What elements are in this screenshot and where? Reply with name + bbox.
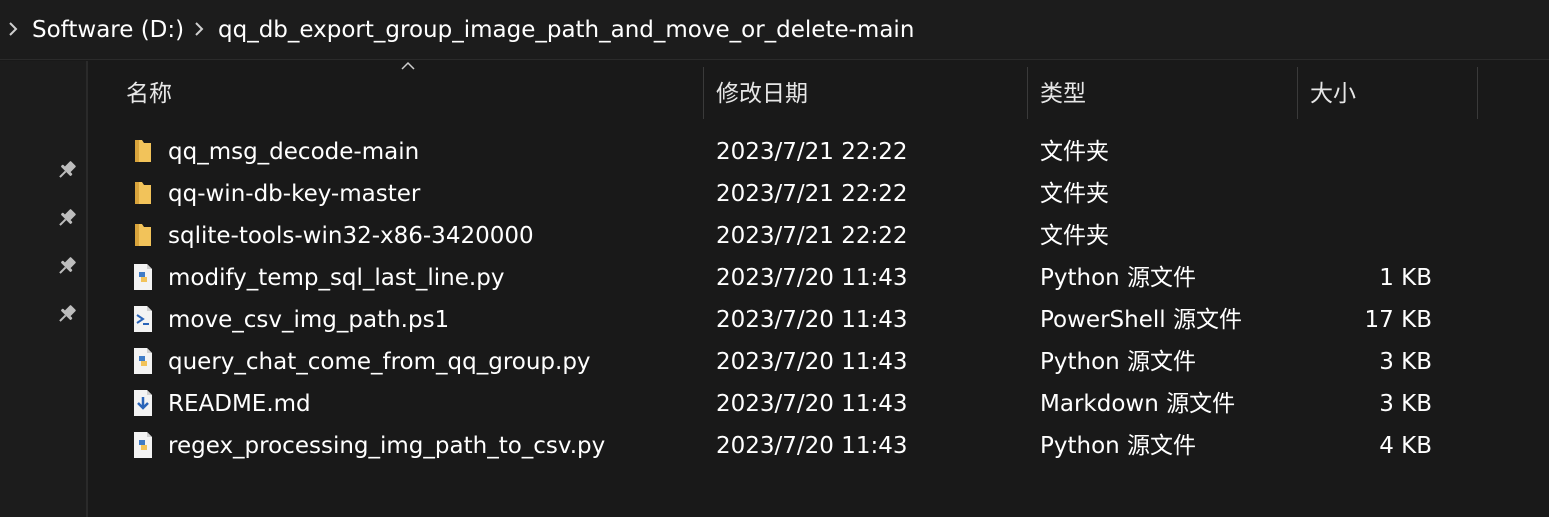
breadcrumb-folder[interactable]: qq_db_export_group_image_path_and_move_o…: [218, 14, 914, 46]
column-header-type[interactable]: 类型: [1040, 69, 1086, 119]
file-name: README.md: [168, 391, 311, 417]
file-modified: 2023/7/21 22:22: [716, 181, 908, 207]
file-size: 3 KB: [1379, 349, 1432, 375]
file-list[interactable]: 名称 修改日期 类型 大小 qq_msg_decode-main 2023/7/…: [90, 61, 1549, 517]
column-divider[interactable]: [1477, 67, 1478, 119]
column-header-modified[interactable]: 修改日期: [716, 69, 808, 119]
file-type: Python 源文件: [1040, 265, 1197, 291]
breadcrumb-drive[interactable]: Software (D:): [32, 14, 184, 46]
file-modified: 2023/7/20 11:43: [716, 307, 908, 333]
folder-icon: [135, 182, 151, 204]
address-bar[interactable]: Software (D:) qq_db_export_group_image_p…: [0, 0, 1549, 60]
python-file-icon: [134, 264, 152, 290]
file-type: 文件夹: [1040, 139, 1109, 165]
file-size: 4 KB: [1379, 433, 1432, 459]
file-name: regex_processing_img_path_to_csv.py: [168, 433, 606, 459]
file-name: qq_msg_decode-main: [168, 139, 420, 165]
python-file-icon: [134, 348, 152, 374]
file-modified: 2023/7/21 22:22: [716, 139, 908, 165]
file-modified: 2023/7/21 22:22: [716, 223, 908, 249]
folder-icon: [135, 224, 151, 246]
file-size: 3 KB: [1379, 391, 1432, 417]
file-type: Markdown 源文件: [1040, 391, 1236, 417]
file-type: 文件夹: [1040, 181, 1109, 207]
file-row[interactable]: modify_temp_sql_last_line.py 2023/7/20 1…: [120, 257, 1520, 299]
file-row[interactable]: regex_processing_img_path_to_csv.py 2023…: [120, 425, 1520, 467]
file-name: qq-win-db-key-master: [168, 181, 421, 207]
chevron-right-icon[interactable]: [194, 22, 204, 36]
file-row[interactable]: README.md 2023/7/20 11:43 Markdown 源文件 3…: [120, 383, 1520, 425]
folder-icon: [135, 140, 151, 162]
sort-ascending-icon: [401, 61, 415, 70]
file-row[interactable]: sqlite-tools-win32-x86-3420000 2023/7/21…: [120, 215, 1520, 257]
file-type: Python 源文件: [1040, 433, 1197, 459]
file-type: 文件夹: [1040, 223, 1109, 249]
column-divider[interactable]: [1297, 67, 1298, 119]
pin-icon[interactable]: [56, 303, 78, 325]
file-size: 1 KB: [1379, 265, 1432, 291]
file-row[interactable]: move_csv_img_path.ps1 2023/7/20 11:43 Po…: [120, 299, 1520, 341]
powershell-file-icon: [134, 306, 152, 332]
pin-icon[interactable]: [56, 207, 78, 229]
python-file-icon: [134, 432, 152, 458]
file-name: move_csv_img_path.ps1: [168, 307, 450, 333]
navigation-pane[interactable]: [0, 61, 88, 517]
file-row[interactable]: query_chat_come_from_qq_group.py 2023/7/…: [120, 341, 1520, 383]
file-name: modify_temp_sql_last_line.py: [168, 265, 505, 291]
pin-icon[interactable]: [56, 255, 78, 277]
file-modified: 2023/7/20 11:43: [716, 349, 908, 375]
markdown-file-icon: [134, 390, 152, 416]
column-divider[interactable]: [1027, 67, 1028, 119]
file-size: 17 KB: [1364, 307, 1432, 333]
file-modified: 2023/7/20 11:43: [716, 391, 908, 417]
file-name: sqlite-tools-win32-x86-3420000: [168, 223, 534, 249]
file-name: query_chat_come_from_qq_group.py: [168, 349, 591, 375]
file-type: Python 源文件: [1040, 349, 1197, 375]
file-modified: 2023/7/20 11:43: [716, 433, 908, 459]
file-type: PowerShell 源文件: [1040, 307, 1242, 333]
column-header-name[interactable]: 名称: [126, 69, 172, 119]
file-modified: 2023/7/20 11:43: [716, 265, 908, 291]
chevron-right-icon[interactable]: [8, 22, 18, 36]
file-row[interactable]: qq_msg_decode-main 2023/7/21 22:22 文件夹: [120, 131, 1520, 173]
column-header-size[interactable]: 大小: [1310, 69, 1356, 119]
column-divider[interactable]: [703, 67, 704, 119]
file-row[interactable]: qq-win-db-key-master 2023/7/21 22:22 文件夹: [120, 173, 1520, 215]
pin-icon[interactable]: [56, 159, 78, 181]
